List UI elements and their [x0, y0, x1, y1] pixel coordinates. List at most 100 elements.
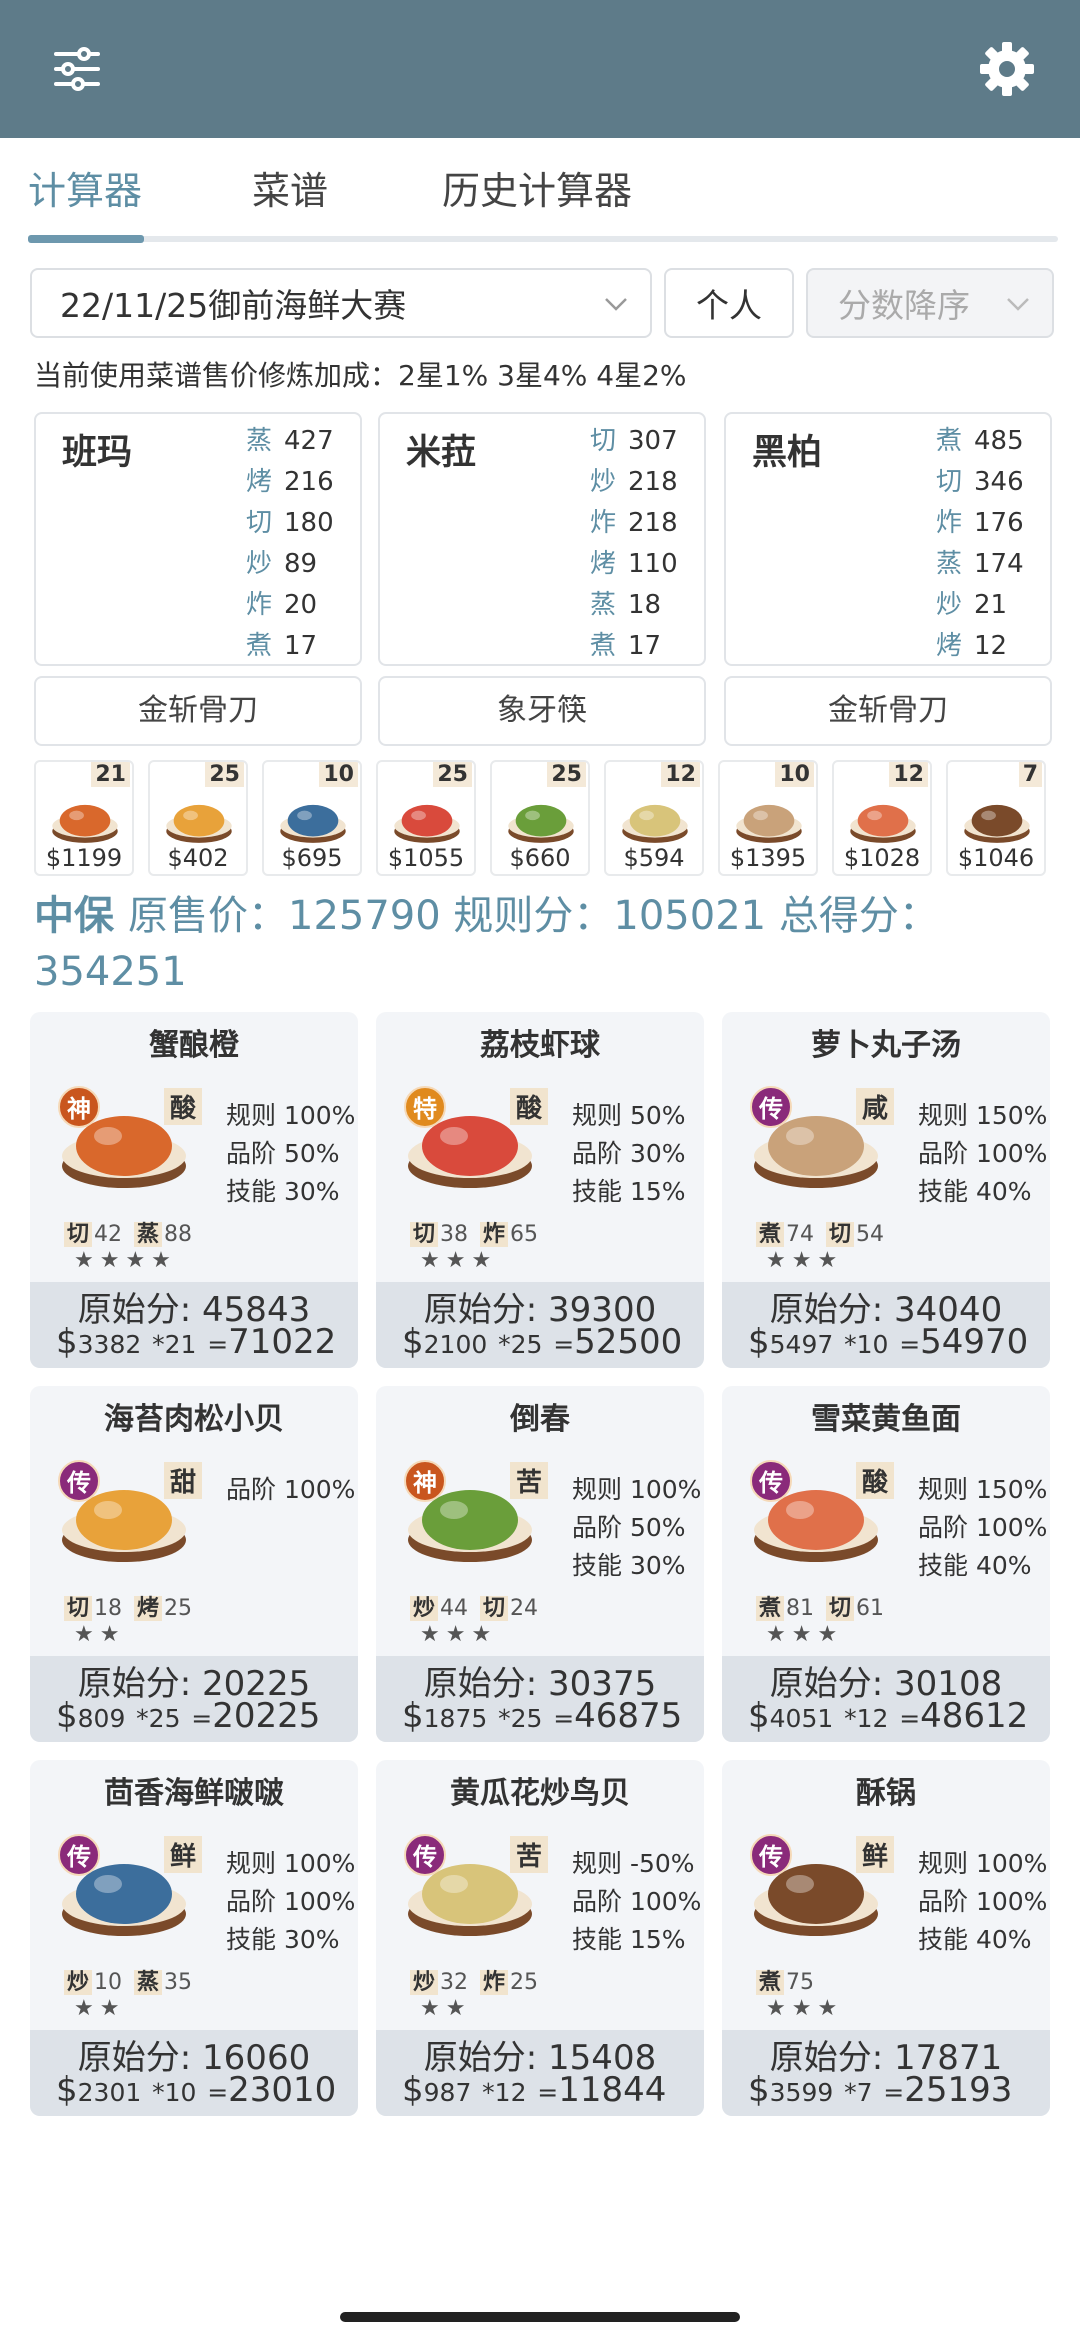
score-footer: 原始分: 34040 $5497 *10 =54970 — [722, 1282, 1050, 1368]
bonus-stat: 品阶 100% — [918, 1887, 1048, 1916]
recipe-thumb[interactable]: 12 $594 — [604, 760, 704, 876]
tab-history-calculator[interactable]: 历史计算器 — [442, 160, 632, 215]
recipe-price: $660 — [509, 844, 571, 872]
bonus-stat: 品阶 100% — [226, 1475, 356, 1504]
sliders-icon[interactable] — [42, 34, 112, 104]
recipe-title: 黄瓜花炒鸟贝 — [450, 1776, 630, 1811]
taste-tag: 鲜 — [164, 1836, 203, 1873]
recipe-card[interactable]: 酥锅传 鲜规则 100% 品阶 100% 技能 40% 煮 75 ★★★ 原始分: 17871… — [722, 1760, 1050, 2116]
skill-type: 炒 — [410, 1596, 439, 1621]
skill-req: 切 38 — [410, 1222, 468, 1247]
bonus-stat: 规则 100% — [226, 1849, 356, 1878]
mode-button[interactable]: 个人 — [664, 268, 794, 338]
skill-requirements: 煮 75 — [756, 1964, 826, 1996]
dollar-icon: $ — [748, 1322, 770, 1362]
taste-tag: 苦 — [510, 1836, 549, 1873]
skill-requirements: 煮 74 切 54 — [756, 1216, 896, 1248]
skill-type: 蒸 — [134, 1970, 163, 1995]
dish-icon — [618, 788, 692, 846]
score-footer: 原始分: 15408 $987 *12 =11844 — [376, 2030, 704, 2116]
recipe-thumb[interactable]: 25 $660 — [490, 760, 590, 876]
unit-price: 2301 — [77, 2078, 142, 2107]
recipe-card[interactable]: 荔枝虾球特酸规则 50% 品阶 30% 技能 15% 切 38 炸 65 ★★★ 原始分: 39… — [376, 1012, 704, 1368]
quantity-mult: *12 — [482, 2078, 527, 2107]
unit-price: 3382 — [77, 1330, 142, 1359]
total-price: 23010 — [228, 2070, 337, 2110]
star-rating: ★★ — [74, 1622, 126, 1647]
rank-badge: 传 — [750, 1834, 792, 1876]
recipe-thumb[interactable]: 12 $1028 — [832, 760, 932, 876]
chef-card[interactable]: 米菈 切 307 炒 218 炸 218 烤 110 蒸 18 煮 17 — [378, 412, 706, 666]
chef-skill: 蒸 174 — [936, 543, 1024, 580]
dollar-icon: $ — [56, 2070, 78, 2110]
chef-tool-button[interactable]: 象牙筷 — [378, 676, 706, 746]
skill-requirements: 切 18 烤 25 — [64, 1590, 204, 1622]
recipe-thumb[interactable]: 10 $695 — [262, 760, 362, 876]
dish-icon — [390, 788, 464, 846]
recipe-card[interactable]: 黄瓜花炒鸟贝传 苦规则 -50% 品阶 100% 技能 15% 炒 32 炸 25 ★★ 原始分:… — [376, 1760, 704, 2116]
price-calc: $3382 *21 =71022 — [56, 1322, 336, 1362]
price-calc: $5497 *10 =54970 — [748, 1322, 1028, 1362]
score-footer: 原始分: 30375 $1875 *25 =46875 — [376, 1656, 704, 1742]
chef-skill: 煮 485 — [936, 420, 1024, 457]
price-calc: $2301 *10 =23010 — [56, 2070, 336, 2110]
bonus-stat: 技能 15% — [572, 1925, 686, 1954]
tab-calculator[interactable]: 计算器 — [28, 160, 142, 215]
event-select[interactable]: 22/11/25御前海鲜大赛 — [30, 268, 652, 338]
skill-type: 切 — [936, 467, 963, 497]
recipe-card[interactable]: 雪菜黄鱼面传酸规则 150% 品阶 100% 技能 40% 煮 81 切 61 ★★★ 原始分:… — [722, 1386, 1050, 1742]
chef-skill: 烤 216 — [246, 461, 334, 498]
quantity-mult: *25 — [136, 1704, 181, 1733]
skill-type: 蒸 — [590, 590, 617, 620]
recipe-card[interactable]: 萝卜丸子汤传咸规则 150% 品阶 100% 技能 40% 煮 74 切 54 ★★★ 原始分:… — [722, 1012, 1050, 1368]
recipe-title: 雪菜黄鱼面 — [811, 1402, 961, 1437]
recipe-qty: 25 — [205, 762, 244, 787]
chef-skill: 切 180 — [246, 502, 334, 539]
chef-card[interactable]: 黑柏 煮 485 切 346 炸 176 蒸 174 炒 21 烤 12 — [724, 412, 1052, 666]
bonus-note: 当前使用菜谱售价修炼加成：2星1% 3星4% 4星2% — [34, 359, 687, 392]
recipe-card[interactable]: 蟹酿橙神 酸规则 100% 品阶 50% 技能 30% 切 42 蒸 88 ★★★★ 原始分: 4… — [30, 1012, 358, 1368]
skill-value: 75 — [786, 1970, 815, 1995]
recipe-thumb[interactable]: 25 $1055 — [376, 760, 476, 876]
chef-skill: 烤 110 — [590, 543, 678, 580]
recipe-thumb[interactable]: 21 $1199 — [34, 760, 134, 876]
unit-price: 987 — [423, 2078, 472, 2107]
skill-req: 炒 44 — [410, 1596, 468, 1621]
tab-recipes[interactable]: 菜谱 — [252, 160, 328, 215]
recipe-card[interactable]: 海苔肉松小贝传甜品阶 100% 切 18 烤 25 ★★ 原始分: 20225 $809 *2… — [30, 1386, 358, 1742]
recipe-price: $402 — [167, 844, 229, 872]
equals-sign: = — [899, 1704, 921, 1733]
recipe-card[interactable]: 茴香海鲜啵啵传鲜规则 100% 品阶 100% 技能 30% 炒 10 蒸 35 ★★ 原始分:… — [30, 1760, 358, 2116]
skill-requirements: 炒 32 炸 25 — [410, 1964, 550, 1996]
sort-select[interactable]: 分数降序 — [806, 268, 1054, 338]
skill-value: 18 — [628, 590, 662, 620]
recipe-thumb[interactable]: 25 $402 — [148, 760, 248, 876]
skill-value: 174 — [974, 549, 1024, 579]
dish-icon — [846, 788, 920, 846]
equals-sign: = — [553, 1330, 575, 1359]
skill-type: 炸 — [480, 1970, 509, 1995]
gear-icon[interactable] — [972, 34, 1042, 104]
bonus-stat: 品阶 100% — [918, 1513, 1048, 1542]
recipe-thumb[interactable]: 10 $1395 — [718, 760, 818, 876]
chef-card[interactable]: 班玛 蒸 427 烤 216 切 180 炒 89 炸 20 煮 17 — [34, 412, 362, 666]
skill-value: 89 — [284, 549, 318, 579]
taste-tag: 咸 — [856, 1088, 895, 1125]
skill-value: 81 — [786, 1596, 815, 1621]
chef-skill: 炒 89 — [246, 543, 317, 580]
recipe-price: $1028 — [843, 844, 921, 872]
recipe-thumb[interactable]: 7 $1046 — [946, 760, 1046, 876]
chef-tool-button[interactable]: 金斩骨刀 — [724, 676, 1052, 746]
skill-value: 32 — [440, 1970, 469, 1995]
skill-value: 25 — [164, 1596, 193, 1621]
skill-type: 切 — [590, 426, 617, 456]
skill-type: 煮 — [756, 1970, 785, 1995]
recipe-card[interactable]: 倒春神苦规则 100% 品阶 50% 技能 30% 炒 44 切 24 ★★★ 原始分: 303… — [376, 1386, 704, 1742]
skill-type: 切 — [480, 1596, 509, 1621]
chef-tool-button[interactable]: 金斩骨刀 — [34, 676, 362, 746]
recipe-qty: 12 — [661, 762, 700, 787]
star-rating: ★★★★ — [74, 1248, 177, 1273]
score-footer: 原始分: 30108 $4051 *12 =48612 — [722, 1656, 1050, 1742]
skill-type: 切 — [64, 1596, 93, 1621]
skill-req: 煮 74 — [756, 1222, 814, 1247]
